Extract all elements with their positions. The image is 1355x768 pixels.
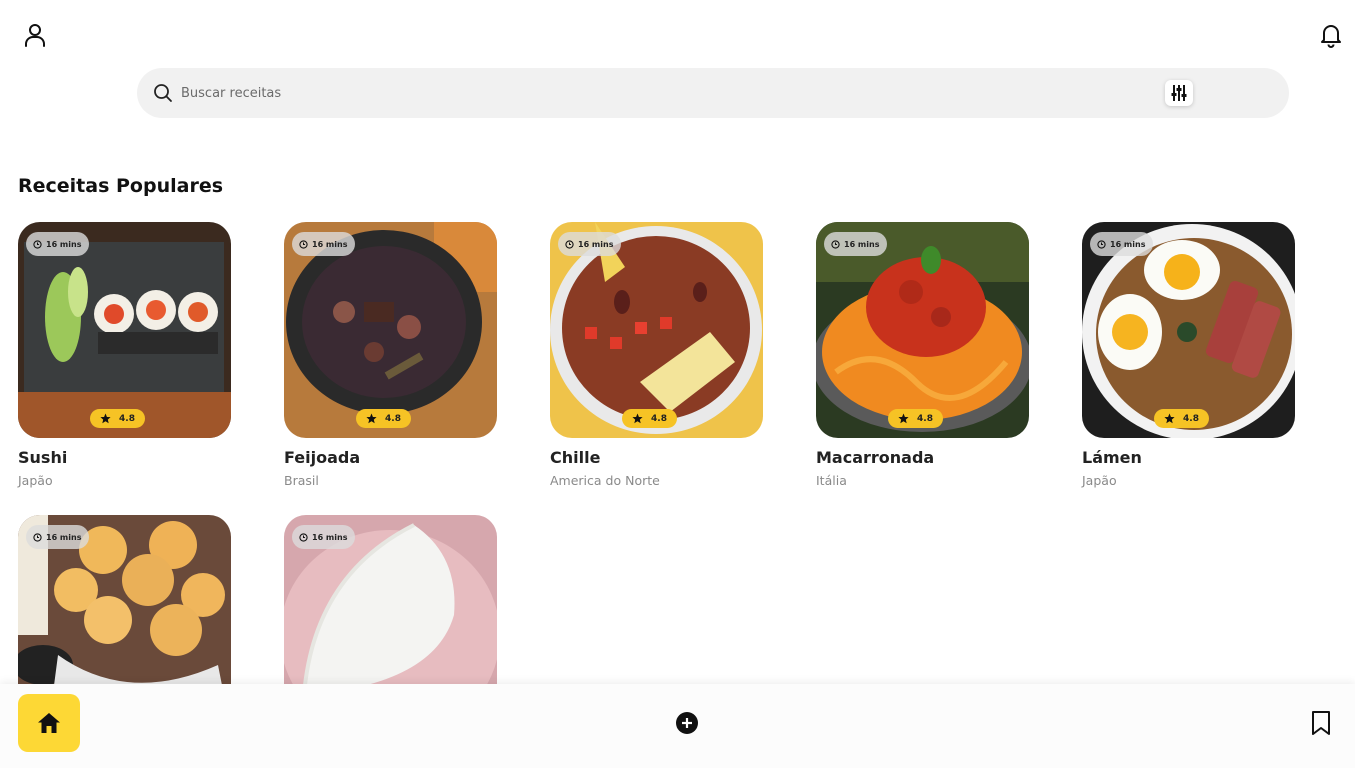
clock-icon [1097, 239, 1106, 249]
bell-icon[interactable] [1318, 22, 1344, 48]
recipe-origin: Japão [18, 473, 53, 488]
rating-badge: 4.8 [90, 409, 145, 428]
recipe-name: Chille [550, 448, 601, 467]
recipe-image: 16 mins 4.8 [284, 222, 497, 438]
star-icon [100, 413, 111, 424]
recipe-origin: America do Norte [550, 473, 660, 488]
bookmark-button[interactable] [1309, 710, 1333, 736]
home-button[interactable] [18, 694, 80, 752]
add-button[interactable] [675, 711, 699, 735]
recipe-card[interactable]: 16 mins 4.8 Sushi Japão [18, 222, 231, 488]
filter-button[interactable] [1165, 80, 1193, 106]
bookmark-icon [1312, 711, 1330, 735]
recipe-origin: Japão [1082, 473, 1117, 488]
star-icon [898, 413, 909, 424]
star-icon [366, 413, 377, 424]
recipe-card[interactable]: 16 mins 4.8 Lámen Japão [1082, 222, 1295, 488]
recipe-name: Macarronada [816, 448, 935, 467]
time-badge: 16 mins [558, 232, 622, 256]
clock-icon [565, 239, 574, 249]
rating-badge: 4.8 [622, 409, 677, 428]
time-badge: 16 mins [26, 232, 90, 256]
recipe-image: 16 mins 4.8 [1082, 222, 1295, 438]
clock-icon [299, 532, 308, 542]
recipe-image: 16 mins 4.8 [816, 222, 1029, 438]
plus-circle-icon [676, 712, 698, 734]
recipe-origin: Itália [816, 473, 847, 488]
time-badge: 16 mins [26, 525, 90, 549]
recipe-card[interactable]: 16 mins 4.8 Macarronada Itália [816, 222, 1029, 488]
rating-badge: 4.8 [356, 409, 411, 428]
recipe-name: Lámen [1082, 448, 1142, 467]
recipe-name: Sushi [18, 448, 68, 467]
time-badge: 16 mins [292, 525, 356, 549]
search-bar [137, 68, 1289, 118]
recipe-origin: Brasil [284, 473, 319, 488]
star-icon [632, 413, 643, 424]
clock-icon [831, 239, 840, 249]
star-icon [1164, 413, 1175, 424]
rating-badge: 4.8 [888, 409, 943, 428]
recipe-name: Feijoada [284, 448, 361, 467]
recipe-image: 16 mins 4.8 [18, 222, 231, 438]
section-title: Receitas Populares [18, 175, 224, 197]
time-badge: 16 mins [824, 232, 888, 256]
clock-icon [299, 239, 308, 249]
sliders-icon [1171, 85, 1187, 101]
clock-icon [33, 239, 42, 249]
user-icon[interactable] [22, 22, 48, 48]
time-badge: 16 mins [292, 232, 356, 256]
rating-badge: 4.8 [1154, 409, 1209, 428]
recipe-card[interactable]: 16 mins 4.8 Feijoada Brasil [284, 222, 497, 488]
bottom-nav [0, 684, 1355, 768]
search-icon [152, 82, 174, 104]
recipe-image: 16 mins 4.8 [550, 222, 763, 438]
search-input[interactable] [181, 81, 1081, 105]
recipe-card[interactable]: 16 mins 4.8 Chille America do Norte [550, 222, 763, 488]
clock-icon [33, 532, 42, 542]
home-icon [38, 713, 60, 733]
time-badge: 16 mins [1090, 232, 1154, 256]
